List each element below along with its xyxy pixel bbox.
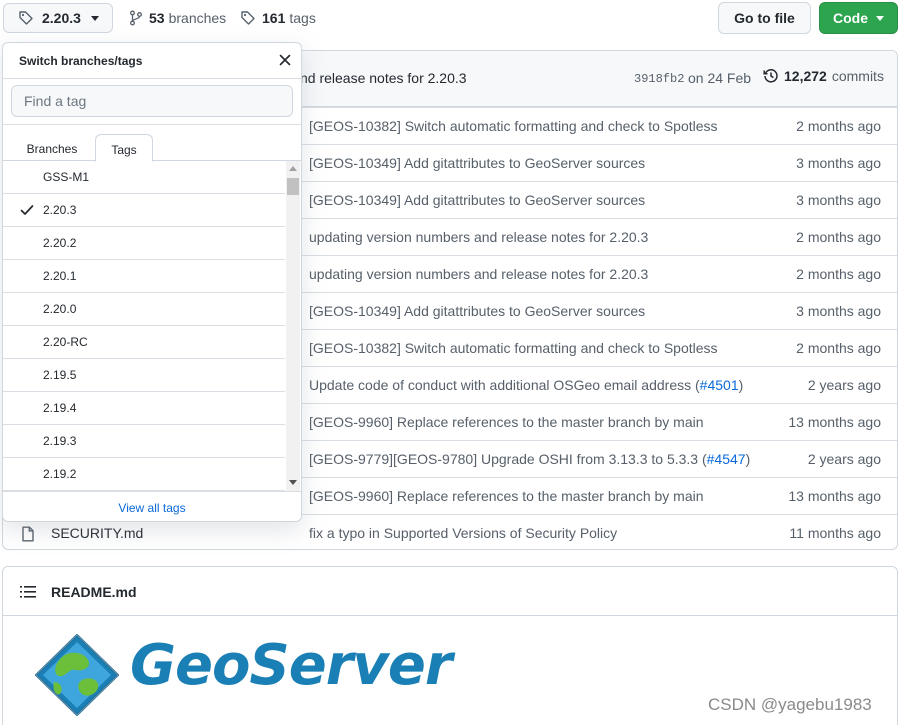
chevron-down-icon	[876, 15, 884, 21]
list-item[interactable]: GSS-M1	[3, 161, 285, 194]
readme-title: README.md	[51, 584, 137, 600]
branches-count: 53	[149, 10, 165, 26]
commit-message-link[interactable]: [GEOS-10382] Switch automatic formatting…	[309, 118, 718, 134]
commit-message-suffix: )	[745, 451, 751, 467]
scrollbar-thumb[interactable]	[287, 178, 299, 195]
list-item[interactable]: 2.20-RC	[3, 326, 285, 359]
commit-history-link[interactable]: 12,272 commits	[763, 68, 884, 84]
history-icon	[763, 69, 778, 83]
branches-label: branches	[168, 10, 227, 26]
tags-link[interactable]: 161 tags	[240, 3, 316, 33]
list-item[interactable]: 2.19.4	[3, 392, 285, 425]
tag-label: 2.20.1	[43, 269, 77, 283]
commit-message-link[interactable]: fix a typo in Supported Versions of Secu…	[309, 525, 617, 541]
list-item[interactable]: 2.20.3	[3, 194, 285, 227]
scroll-down-arrow-icon[interactable]	[289, 480, 297, 485]
code-button[interactable]: Code	[819, 2, 898, 34]
list-item[interactable]: 2.20.0	[3, 293, 285, 326]
commit-message-suffix: )	[738, 377, 744, 393]
dropdown-header: Switch branches/tags	[3, 43, 301, 79]
commit-age: 13 months ago	[788, 414, 881, 430]
chevron-down-icon	[90, 15, 99, 21]
dropdown-title: Switch branches/tags	[19, 54, 143, 68]
watermark: CSDN @yagebu1983	[708, 695, 872, 714]
branches-link[interactable]: 53 branches	[129, 3, 226, 33]
go-to-file-button[interactable]: Go to file	[718, 2, 811, 34]
tab-branches[interactable]: Branches	[13, 134, 91, 162]
pull-request-link[interactable]: #4547	[707, 451, 746, 467]
branch-select-label: 2.20.3	[42, 10, 81, 26]
branch-icon	[130, 10, 142, 26]
commit-message-link[interactable]: [GEOS-10349] Add gitattributes to GeoSer…	[309, 192, 645, 208]
tag-label: 2.20.3	[43, 203, 77, 217]
tag-list-scrollbar[interactable]	[286, 161, 300, 491]
tag-label: 2.20.0	[43, 302, 77, 316]
commit-message-link[interactable]: [GEOS-9960] Replace references to the ma…	[309, 414, 704, 430]
commit-age: 3 months ago	[796, 155, 881, 171]
tag-label: 2.19.2	[43, 467, 77, 481]
view-all-tags-link[interactable]: View all tags	[118, 501, 185, 515]
tag-list: GSS-M1 2.20.3 2.20.2 2.20.1 2.20.0 2.20-…	[3, 161, 285, 491]
geoserver-logo-text: GeoServer	[130, 633, 452, 698]
tags-label: tags	[289, 10, 316, 26]
tag-icon	[19, 11, 33, 25]
dropdown-tabs: Branches Tags	[3, 125, 301, 162]
commits-label: commits	[831, 68, 884, 84]
pull-request-link[interactable]: #4501	[700, 377, 739, 393]
find-tag-input[interactable]	[11, 85, 293, 117]
tag-icon	[241, 11, 255, 25]
commit-message-link[interactable]: [GEOS-9960] Replace references to the ma…	[309, 488, 704, 504]
commit-age: 2 years ago	[807, 451, 881, 467]
tag-label: 2.20.2	[43, 236, 77, 250]
commit-count: 12,272	[784, 68, 827, 84]
latest-commit-message[interactable]: nd release notes for 2.20.3	[300, 70, 467, 86]
file-name-link[interactable]: SECURITY.md	[51, 525, 143, 541]
commit-message-link[interactable]: updating version numbers and release not…	[309, 229, 648, 245]
list-item[interactable]: 2.20.2	[3, 227, 285, 260]
branch-select-button[interactable]: 2.20.3	[3, 3, 113, 33]
list-item[interactable]: 2.19.5	[3, 359, 285, 392]
commit-age: 3 months ago	[796, 303, 881, 319]
commit-message-link[interactable]: [GEOS-10349] Add gitattributes to GeoSer…	[309, 155, 645, 171]
tag-label: 2.20-RC	[43, 335, 88, 349]
commit-message-link[interactable]: Update code of conduct with additional O…	[309, 377, 700, 393]
close-icon[interactable]	[277, 52, 293, 68]
commit-message-link[interactable]: [GEOS-10382] Switch automatic formatting…	[309, 340, 718, 356]
commit-age: 2 years ago	[807, 377, 881, 393]
dropdown-filter	[3, 79, 301, 125]
commit-message: Update code of conduct with additional O…	[309, 377, 743, 393]
tag-label: 2.19.5	[43, 368, 77, 382]
tag-label: GSS-M1	[43, 170, 90, 184]
list-item[interactable]: 2.19.2	[3, 458, 285, 491]
commit-age: 13 months ago	[788, 488, 881, 504]
commit-age: 2 months ago	[796, 266, 881, 282]
commit-message-link[interactable]: [GEOS-9779][GEOS-9780] Upgrade OSHI from…	[309, 451, 707, 467]
latest-commit-sha[interactable]: 3918fb2	[634, 72, 684, 86]
commit-age: 2 months ago	[796, 118, 881, 134]
commit-age: 2 months ago	[796, 340, 881, 356]
commit-message-link[interactable]: [GEOS-10349] Add gitattributes to GeoSer…	[309, 303, 645, 319]
latest-commit-date[interactable]: on 24 Feb	[688, 70, 751, 86]
commit-message-link[interactable]: updating version numbers and release not…	[309, 266, 648, 282]
check-icon	[20, 205, 34, 215]
tag-label: 2.19.4	[43, 401, 77, 415]
list-unordered-icon[interactable]	[20, 585, 36, 599]
commit-age: 11 months ago	[789, 525, 881, 541]
scroll-up-arrow-icon[interactable]	[289, 166, 297, 171]
commit-age: 2 months ago	[796, 229, 881, 245]
switch-branches-tags-dropdown: Switch branches/tags Branches Tags GSS-M…	[2, 42, 302, 522]
code-button-label: Code	[833, 10, 868, 26]
list-item[interactable]: 2.19.3	[3, 425, 285, 458]
readme-header: README.md	[3, 567, 897, 616]
list-item[interactable]: 2.20.1	[3, 260, 285, 293]
tag-label: 2.19.3	[43, 434, 77, 448]
geoserver-globe-logo	[35, 634, 119, 716]
tab-tags[interactable]: Tags	[95, 134, 153, 162]
file-icon	[22, 526, 34, 542]
commit-age: 3 months ago	[796, 192, 881, 208]
tags-count: 161	[262, 10, 286, 26]
dropdown-footer: View all tags	[3, 491, 301, 521]
commit-message: [GEOS-9779][GEOS-9780] Upgrade OSHI from…	[309, 451, 750, 467]
